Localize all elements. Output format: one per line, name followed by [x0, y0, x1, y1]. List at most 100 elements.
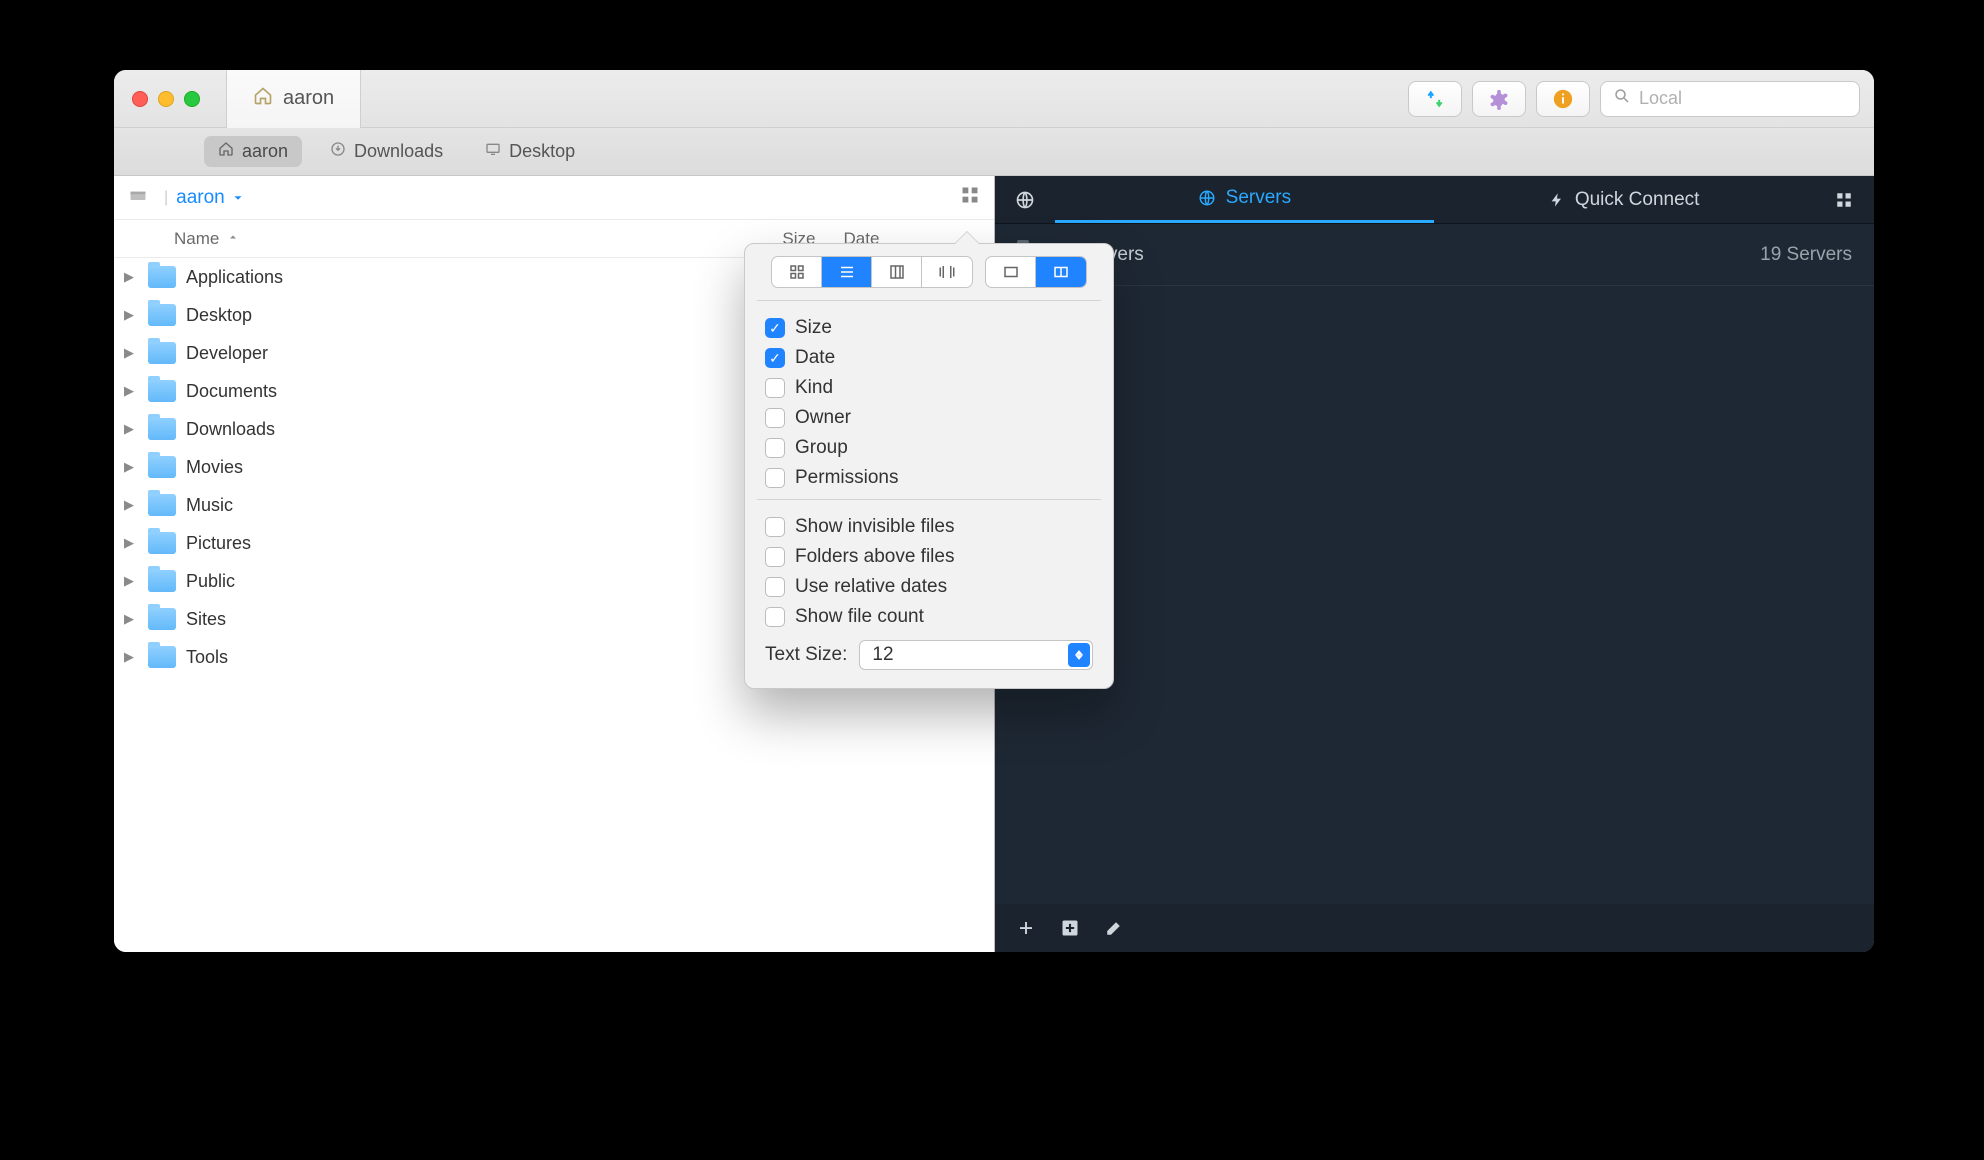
popover-divider: [757, 300, 1101, 301]
disclosure-triangle-icon[interactable]: ▶: [124, 649, 148, 665]
search-icon: [1613, 87, 1631, 110]
checkbox-label: Kind: [795, 377, 833, 399]
option-checkbox-row[interactable]: Use relative dates: [757, 572, 1101, 602]
location-tab-label: Downloads: [354, 141, 443, 162]
disclosure-triangle-icon[interactable]: ▶: [124, 459, 148, 475]
download-icon: [330, 141, 346, 162]
checkbox-label: Permissions: [795, 467, 898, 489]
checkbox[interactable]: [765, 438, 785, 458]
column-checkbox-row[interactable]: Group: [757, 433, 1101, 463]
checkbox[interactable]: [765, 577, 785, 597]
disclosure-triangle-icon[interactable]: ▶: [124, 535, 148, 551]
servers-count: 19 Servers: [1760, 244, 1852, 266]
dual-pane-button[interactable]: [1036, 257, 1086, 287]
column-checkbox-row[interactable]: ✓ Size: [757, 313, 1101, 343]
chevron-down-icon: [231, 191, 245, 205]
popover-divider: [757, 499, 1101, 500]
folder-icon: [148, 266, 176, 288]
view-options-button[interactable]: [960, 185, 980, 211]
new-folder-button[interactable]: [1057, 915, 1083, 941]
breadcrumb-separator: |: [164, 189, 168, 207]
folder-icon: [148, 456, 176, 478]
checkbox-label: Folders above files: [795, 546, 954, 568]
column-name[interactable]: Name: [174, 229, 724, 249]
text-size-select[interactable]: 12: [859, 640, 1093, 670]
disclosure-triangle-icon[interactable]: ▶: [124, 307, 148, 323]
search-input[interactable]: [1639, 88, 1847, 109]
checkbox-label: Size: [795, 317, 832, 339]
remote-pane: Servers Quick Connect d Servers 19 Serve…: [995, 176, 1875, 952]
globe-button[interactable]: [995, 176, 1055, 223]
window-tab[interactable]: aaron: [226, 70, 361, 128]
edit-button[interactable]: [1101, 915, 1127, 941]
option-checkbox-row[interactable]: Folders above files: [757, 542, 1101, 572]
checkbox[interactable]: [765, 607, 785, 627]
servers-row[interactable]: d Servers 19 Servers: [995, 224, 1875, 286]
globe-icon: [1198, 189, 1216, 207]
disclosure-triangle-icon[interactable]: ▶: [124, 421, 148, 437]
file-name: Desktop: [186, 305, 724, 326]
column-checkbox-row[interactable]: Kind: [757, 373, 1101, 403]
checkbox[interactable]: [765, 378, 785, 398]
tab-servers[interactable]: Servers: [1055, 176, 1435, 223]
tab-quick-connect[interactable]: Quick Connect: [1434, 176, 1814, 223]
minimize-window-button[interactable]: [158, 91, 174, 107]
titlebar: aaron: [114, 70, 1874, 128]
sync-button[interactable]: [1408, 81, 1462, 117]
close-window-button[interactable]: [132, 91, 148, 107]
coverflow-view-button[interactable]: [922, 257, 972, 287]
disclosure-triangle-icon[interactable]: ▶: [124, 497, 148, 513]
column-checkbox-row[interactable]: Owner: [757, 403, 1101, 433]
option-checkbox-row[interactable]: Show invisible files: [757, 512, 1101, 542]
folder-icon: [148, 532, 176, 554]
file-name: Downloads: [186, 419, 724, 440]
checkbox-label: Owner: [795, 407, 851, 429]
disclosure-triangle-icon[interactable]: ▶: [124, 383, 148, 399]
option-checkbox-row[interactable]: Show file count: [757, 602, 1101, 632]
folder-icon: [148, 646, 176, 668]
stepper-icon: [1068, 643, 1090, 667]
checkbox[interactable]: [765, 408, 785, 428]
breadcrumb-current[interactable]: aaron: [176, 187, 245, 209]
list-view-button[interactable]: [822, 257, 872, 287]
file-name: Sites: [186, 609, 724, 630]
add-button[interactable]: [1013, 915, 1039, 941]
location-tab-downloads[interactable]: Downloads: [316, 136, 457, 167]
remote-footer: [995, 904, 1875, 952]
checkbox[interactable]: ✓: [765, 348, 785, 368]
folder-icon: [148, 570, 176, 592]
icon-view-button[interactable]: [772, 257, 822, 287]
checkbox-label: Show invisible files: [795, 516, 954, 538]
location-tab-label: Desktop: [509, 141, 575, 162]
zoom-window-button[interactable]: [184, 91, 200, 107]
window-tab-label: aaron: [283, 87, 334, 110]
grid-button[interactable]: [1814, 176, 1874, 223]
disclosure-triangle-icon[interactable]: ▶: [124, 611, 148, 627]
checkbox[interactable]: [765, 517, 785, 537]
sort-ascending-icon: [227, 231, 239, 246]
activity-button[interactable]: [1472, 81, 1526, 117]
info-button[interactable]: [1536, 81, 1590, 117]
checkbox-label: Date: [795, 347, 835, 369]
disk-icon[interactable]: [128, 185, 148, 210]
folder-icon: [148, 304, 176, 326]
history-row[interactable]: y: [995, 286, 1875, 331]
single-pane-button[interactable]: [986, 257, 1036, 287]
disclosure-triangle-icon[interactable]: ▶: [124, 345, 148, 361]
home-icon: [253, 86, 273, 112]
option-checkboxes: Show invisible files Folders above files U…: [757, 512, 1101, 632]
location-tab-aaron[interactable]: aaron: [204, 136, 302, 167]
disclosure-triangle-icon[interactable]: ▶: [124, 573, 148, 589]
column-checkbox-row[interactable]: Permissions: [757, 463, 1101, 493]
checkbox[interactable]: [765, 468, 785, 488]
location-tab-desktop[interactable]: Desktop: [471, 136, 589, 167]
folder-icon: [148, 342, 176, 364]
folder-icon: [148, 418, 176, 440]
lightning-icon: [1549, 192, 1565, 208]
column-checkbox-row[interactable]: ✓ Date: [757, 343, 1101, 373]
search-field[interactable]: [1600, 81, 1860, 117]
disclosure-triangle-icon[interactable]: ▶: [124, 269, 148, 285]
checkbox[interactable]: ✓: [765, 318, 785, 338]
column-view-button[interactable]: [872, 257, 922, 287]
checkbox[interactable]: [765, 547, 785, 567]
